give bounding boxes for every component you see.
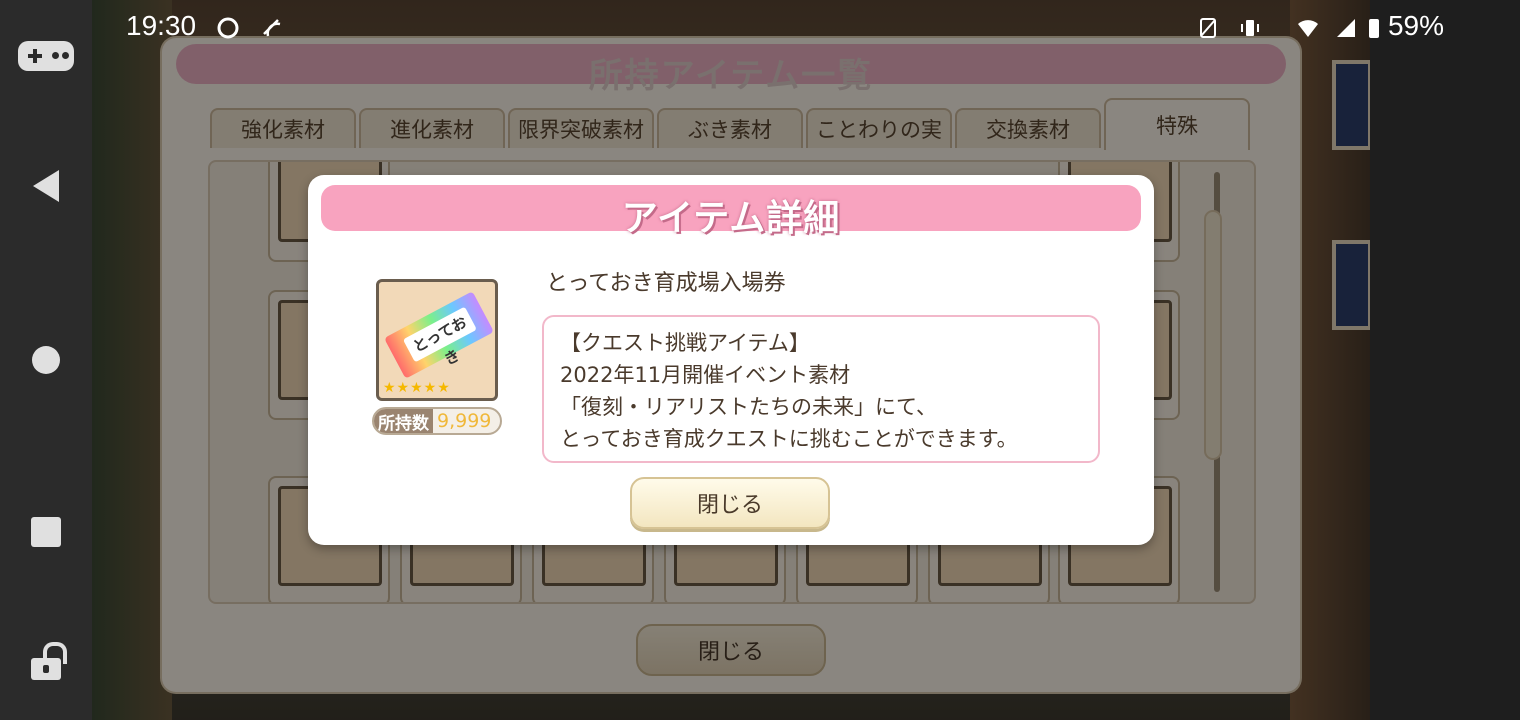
item-description: 【クエスト挑戦アイテム】 2022年11月開催イベント素材 「復刻・リアリストた… bbox=[542, 315, 1100, 463]
right-rail bbox=[1370, 0, 1520, 720]
item-detail-dialog: アイテム詳細 とっておき ★★★★★ 所持数 9,999 とっておき育成場入場券… bbox=[308, 175, 1154, 545]
no-sim-icon bbox=[1200, 18, 1216, 38]
gamepad-icon[interactable] bbox=[16, 26, 76, 86]
battery-icon bbox=[1369, 19, 1379, 38]
quantity-label: 所持数 bbox=[374, 409, 433, 433]
recents-icon[interactable] bbox=[16, 502, 76, 562]
ticket-icon: とっておき ★★★★★ bbox=[376, 279, 498, 401]
sync-icon bbox=[217, 17, 239, 39]
dialog-title-bar: アイテム詳細 bbox=[321, 185, 1141, 239]
description-line: 2022年11月開催イベント素材 bbox=[560, 363, 851, 387]
dialog-title: アイテム詳細 bbox=[621, 198, 841, 239]
nfc-icon bbox=[263, 19, 281, 37]
quantity-badge: 所持数 9,999 bbox=[372, 407, 502, 435]
description-line: 「復刻・リアリストたちの未来」にて、 bbox=[560, 395, 937, 419]
screen: 所持アイテム一覧 強化素材 進化素材 限界突破素材 ぶき素材 ことわりの実 交換… bbox=[0, 0, 1520, 720]
dialog-close-button[interactable]: 閉じる bbox=[630, 477, 830, 529]
ticket-icon-text: とっておき bbox=[402, 306, 477, 369]
status-time: 19:30 bbox=[126, 10, 197, 41]
back-icon[interactable] bbox=[16, 156, 76, 216]
lock-icon[interactable] bbox=[16, 634, 76, 694]
nav-rail bbox=[0, 0, 92, 720]
home-icon[interactable] bbox=[16, 330, 76, 390]
vibrate-icon bbox=[1241, 20, 1259, 36]
description-line: とっておき育成クエストに挑むことができます。 bbox=[560, 427, 1018, 451]
quantity-value: 9,999 bbox=[437, 410, 492, 432]
signal-icon bbox=[1337, 19, 1355, 37]
status-bar: 19:30 59% bbox=[92, 0, 1462, 58]
wifi-icon bbox=[1298, 20, 1318, 37]
rarity-stars: ★★★★★ bbox=[383, 380, 451, 396]
description-line: 【クエスト挑戦アイテム】 bbox=[560, 331, 810, 355]
item-name: とっておき育成場入場券 bbox=[546, 271, 786, 296]
battery-percent: 59% bbox=[1387, 10, 1444, 41]
